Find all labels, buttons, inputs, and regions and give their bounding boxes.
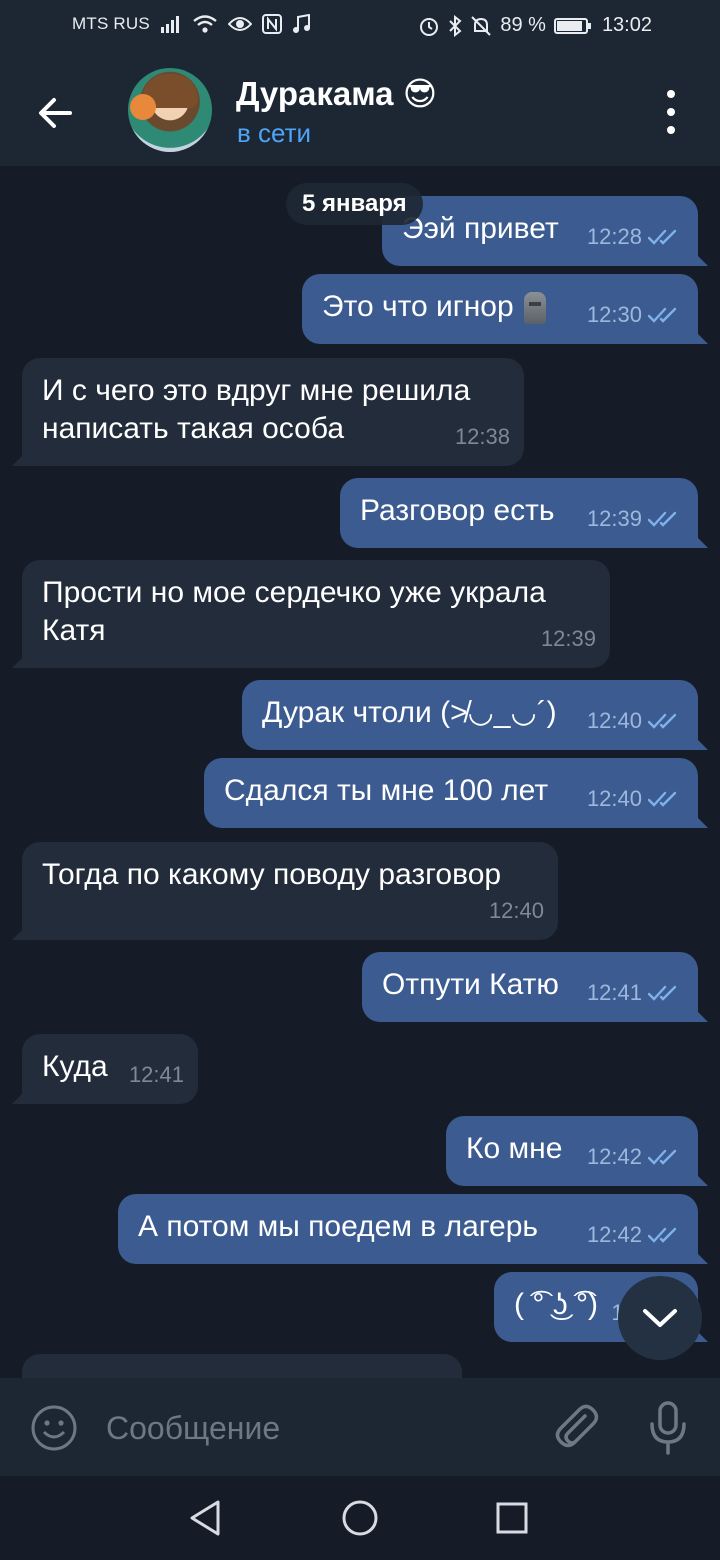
- message-text: ( ͡° ͜ʖ ͡°): [514, 1288, 598, 1321]
- paperclip-icon[interactable]: [552, 1402, 600, 1454]
- message-meta: 12:41: [587, 974, 684, 1012]
- battery-percent: 89 %: [500, 14, 546, 36]
- message-text: И с чего это вдруг мне решила написать т…: [42, 374, 471, 445]
- message-text: Дурак чтоли (≯◡_◡´): [262, 696, 557, 729]
- message-meta: 12:38: [455, 418, 510, 456]
- message-meta: 12:40: [587, 780, 684, 818]
- message-time: 12:42: [586, 1144, 642, 1169]
- double-check-icon: [648, 511, 677, 527]
- message-text: Прости но мое сердечко уже украла Катя: [42, 576, 546, 647]
- double-check-icon: [648, 229, 677, 245]
- message-time: 12:30: [586, 302, 642, 327]
- outgoing-message[interactable]: Ко мне 12:42: [446, 1116, 698, 1186]
- system-nav-bar: [0, 1476, 720, 1560]
- message-text: Это что игнор: [322, 290, 514, 323]
- contact-status: в сети: [237, 118, 312, 148]
- chevron-down-icon: [643, 1309, 677, 1327]
- nav-back-icon[interactable]: [184, 1496, 228, 1540]
- nfc-icon: [261, 14, 282, 34]
- message-text: Разговор есть: [360, 494, 555, 527]
- message-meta: 12:39: [587, 500, 684, 538]
- battery-level: [556, 20, 582, 31]
- carrier-label: MTS RUS: [72, 14, 150, 33]
- wifi-icon: [193, 15, 217, 33]
- avatar-ball-shape: [130, 94, 156, 120]
- message-text: Отпути Катю: [382, 968, 559, 1001]
- microphone-icon[interactable]: [646, 1400, 690, 1456]
- message-time: 12:39: [540, 626, 596, 651]
- outgoing-message[interactable]: Дурак чтоли (≯◡_◡´) 12:40: [242, 680, 698, 750]
- battery-icon: [553, 17, 591, 34]
- clock: 13:02: [601, 14, 652, 36]
- message-meta: 12:41: [129, 1056, 184, 1094]
- message-time: 12:39: [586, 506, 642, 531]
- date-separator: 5 января: [286, 183, 423, 225]
- message-time: 12:41: [586, 980, 642, 1005]
- double-check-icon: [648, 985, 677, 1001]
- nav-home-icon[interactable]: [338, 1496, 382, 1540]
- outgoing-message[interactable]: Ээй привет 12:28: [382, 196, 698, 266]
- message-time: 12:42: [586, 1222, 642, 1247]
- message-list[interactable]: 5 января Ээй привет 12:28 Это что игнор 12:…: [0, 166, 720, 1378]
- message-time: 12:40: [488, 898, 544, 923]
- status-bar: MTS RUS 89 % 13:02: [0, 0, 720, 56]
- message-text: Ко мне: [466, 1132, 563, 1165]
- double-check-icon: [648, 1149, 677, 1165]
- message-meta: 12:40: [489, 892, 544, 930]
- nav-recents-icon[interactable]: [490, 1496, 534, 1540]
- music-icon: [292, 14, 310, 33]
- double-check-icon: [648, 307, 677, 323]
- back-arrow-icon[interactable]: [28, 86, 82, 140]
- bluetooth-icon: [449, 14, 462, 37]
- status-bar-right: 89 % 13:02: [418, 14, 652, 37]
- message-meta: 12:42: [587, 1138, 684, 1176]
- message-text: Ээй привет: [402, 212, 559, 245]
- double-check-icon: [648, 791, 677, 807]
- message-time: 12:40: [586, 786, 642, 811]
- double-check-icon: [648, 713, 677, 729]
- incoming-message[interactable]: Куда 12:41: [22, 1034, 198, 1104]
- chat-header: Дуракама 😎 в сети: [0, 56, 720, 166]
- message-meta: 12:40: [587, 702, 684, 740]
- message-text: Тогда по какому поводу разговор: [42, 858, 502, 891]
- moai-icon: [523, 292, 546, 325]
- message-meta: 12:28: [587, 218, 684, 256]
- message-meta: 12:39: [541, 620, 596, 658]
- double-check-icon: [648, 1227, 677, 1243]
- message-text: Куда: [42, 1050, 108, 1083]
- incoming-message[interactable]: Прости но мое сердечко уже украла Катя 12…: [22, 560, 610, 668]
- signal-icon: [160, 16, 179, 33]
- message-time: 12:41: [128, 1062, 184, 1087]
- status-bar-left: MTS RUS: [72, 14, 312, 34]
- mute-bell-icon: [471, 15, 492, 36]
- incoming-message[interactable]: И с чего это вдруг мне решила написать т…: [22, 358, 524, 466]
- message-meta: 12:30: [587, 296, 684, 334]
- alarm-icon: [420, 17, 439, 36]
- incoming-message[interactable]: [22, 1354, 462, 1378]
- outgoing-message[interactable]: Разговор есть 12:39: [340, 478, 698, 548]
- more-options-icon[interactable]: [656, 90, 686, 134]
- emoji-icon[interactable]: [30, 1404, 78, 1452]
- message-input-bar: [0, 1378, 720, 1476]
- message-text: Сдался ты мне 100 лет: [224, 774, 549, 807]
- scroll-down-button[interactable]: [618, 1276, 702, 1360]
- incoming-message[interactable]: Тогда по какому поводу разговор 12:40: [22, 842, 558, 940]
- outgoing-message[interactable]: Это что игнор 12:30: [302, 274, 698, 344]
- outgoing-message[interactable]: Сдался ты мне 100 лет 12:40: [204, 758, 698, 828]
- eye-icon: [227, 17, 252, 31]
- message-time: 12:38: [454, 424, 510, 449]
- message-time: 12:40: [586, 708, 642, 733]
- message-meta: 12:42: [587, 1216, 684, 1254]
- outgoing-message[interactable]: Отпути Катю 12:41: [362, 952, 698, 1022]
- message-time: 12:28: [586, 224, 642, 249]
- outgoing-message[interactable]: А потом мы поедем в лагерь 12:42: [118, 1194, 698, 1264]
- message-input[interactable]: [104, 1402, 528, 1454]
- contact-avatar[interactable]: [128, 68, 212, 152]
- contact-name[interactable]: Дуракама 😎: [236, 74, 437, 113]
- message-text: А потом мы поедем в лагерь: [138, 1210, 539, 1243]
